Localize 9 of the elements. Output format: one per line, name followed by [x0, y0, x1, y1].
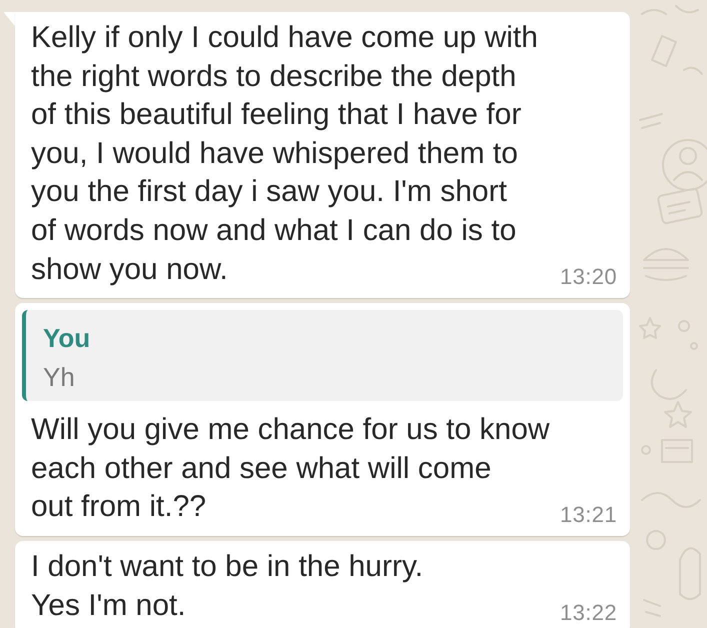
message-time: 13:21 [560, 504, 617, 526]
message-text: Kelly if only I could have come up with the right words to describe the depth of this beautiful feeling that I have for you, I would have whispered them to you the first day i saw you. I'm short of words now and what I can do is to show you now. [31, 20, 539, 288]
message-text: I don't want to be in the hurry. Yes I'm not. [31, 548, 424, 624]
quote-text: Yh [43, 361, 76, 394]
message-time: 13:22 [560, 602, 617, 624]
message-time: 13:20 [560, 266, 617, 288]
quoted-message[interactable]: You Yh [22, 310, 623, 402]
message-text: Will you give me chance for us to know each other and see what will come out from it.?? [31, 412, 551, 526]
quote-author: You [43, 322, 92, 354]
